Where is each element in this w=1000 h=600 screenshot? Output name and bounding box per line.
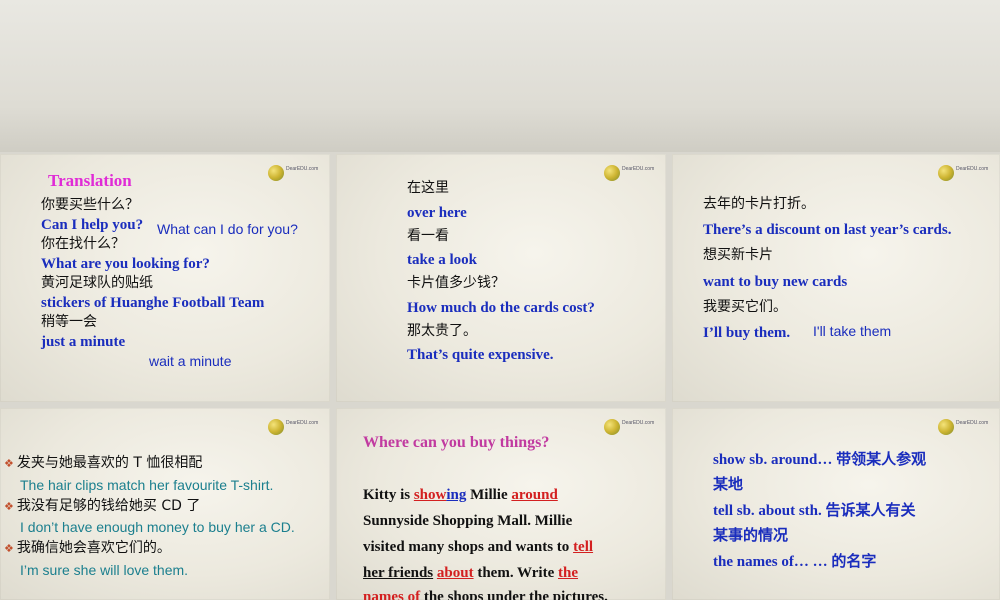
en-line: Can I help you? <box>41 217 144 233</box>
logo: DearEDU.com <box>268 418 318 436</box>
cn-line: 想买新卡片 <box>703 247 773 263</box>
logo-ball-icon <box>938 419 954 435</box>
paragraph-line: Sunnyside Shopping Mall. Millie <box>363 513 573 529</box>
highlight-run: tell <box>573 539 594 555</box>
slide-translation[interactable]: DearEDU.com Translation 你要买些什么？ Can I he… <box>0 154 330 402</box>
diamond-bullet-icon: ❖ <box>4 457 14 470</box>
logo-ball-icon <box>604 419 620 435</box>
highlight-run: about <box>436 565 474 581</box>
text-run: Kitty is <box>363 487 414 503</box>
cn-line: 在这里 <box>407 180 449 196</box>
logo-text: DearEDU.com <box>286 166 319 172</box>
note-line: tell sb. about sth. 告诉某人有关 <box>713 503 916 519</box>
note-line: 某事的情况 <box>713 528 789 544</box>
cn-line: 那太贵了。 <box>407 323 477 339</box>
highlight-run: show <box>413 487 447 503</box>
note-line: the names of… … 的名字 <box>713 554 877 570</box>
slide-title: Where can you buy things? <box>363 434 550 451</box>
highlight-run: around <box>511 487 558 503</box>
logo: DearEDU.com <box>938 164 988 182</box>
cn-line: 你要买些什么？ <box>41 197 139 213</box>
paragraph-line: names of the shops under the pictures. <box>363 588 608 600</box>
en-line: I’m sure she will love them. <box>20 562 189 578</box>
en-line: just a minute <box>41 334 126 350</box>
cn-line: ❖ 发夹与她最喜欢的 T 恤很相配 <box>4 454 202 473</box>
en-line: There’s a discount on last year’s cards. <box>703 222 952 238</box>
cn-line: 稍等一会 <box>41 314 97 330</box>
cn-line: 去年的卡片打折。 <box>703 196 815 212</box>
logo-text: DearEDU.com <box>622 420 655 426</box>
highlight-run: the <box>558 565 579 581</box>
diamond-bullet-icon: ❖ <box>4 542 14 555</box>
cn-line: 黄河足球队的贴纸 <box>41 275 153 291</box>
diamond-bullet-icon: ❖ <box>4 500 14 513</box>
en-line: That’s quite expensive. <box>407 347 554 363</box>
logo-text: DearEDU.com <box>622 166 655 172</box>
en-line: The hair clips match her favourite T-shi… <box>20 477 274 493</box>
cn-line: 看一看 <box>407 228 449 244</box>
slide-phrases-2[interactable]: DearEDU.com 在这里 over here 看一看 take a loo… <box>336 154 666 402</box>
top-background-band <box>0 0 1000 152</box>
slide-where-buy[interactable]: DearEDU.com Where can you buy things? Ki… <box>336 408 666 600</box>
logo: DearEDU.com <box>604 164 654 182</box>
en-line: over here <box>407 205 467 221</box>
logo-ball-icon <box>268 419 284 435</box>
text-run: them. Write <box>473 565 559 581</box>
en-line: I don’t have enough money to buy her a C… <box>20 519 295 535</box>
logo: DearEDU.com <box>604 418 654 436</box>
en-line: want to buy new cards <box>703 274 848 290</box>
logo-ball-icon <box>268 165 284 181</box>
cn-text: 我没有足够的钱给她买 CD 了 <box>16 498 201 514</box>
underlined-run: ing <box>446 487 467 503</box>
note-line: show sb. around… 带领某人参观 <box>713 452 927 468</box>
logo: DearEDU.com <box>268 164 318 182</box>
alt-line: I'll take them <box>813 323 892 339</box>
cn-line: 卡片值多少钱？ <box>407 275 505 291</box>
en-line: I’ll buy them. <box>703 325 791 341</box>
en-line: How much do the cards cost? <box>407 300 595 316</box>
alt-line: wait a minute <box>149 353 232 369</box>
logo-text: DearEDU.com <box>286 420 319 426</box>
alt-line: What can I do for you? <box>157 221 298 237</box>
note-line: 某地 <box>713 477 744 493</box>
paragraph-line: visited many shops and wants to tell <box>363 538 593 556</box>
slide-title: Translation <box>48 171 132 190</box>
slide-phrases-3[interactable]: DearEDU.com 去年的卡片打折。 There’s a discount … <box>672 154 1000 402</box>
text-run: Millie <box>466 487 512 503</box>
paragraph-line: her friends about them. Write the <box>363 564 578 582</box>
logo-text: DearEDU.com <box>956 166 989 172</box>
cn-text: 我确信她会喜欢它们的。 <box>16 540 171 556</box>
underlined-run: her friends <box>363 565 434 581</box>
cn-line: 我要买它们。 <box>703 299 787 315</box>
logo-ball-icon <box>604 165 620 181</box>
slide-sentences[interactable]: DearEDU.com ❖ 发夹与她最喜欢的 T 恤很相配 The hair cl… <box>0 408 330 600</box>
text-run: visited many shops and wants to <box>363 539 574 555</box>
cn-line: ❖ 我没有足够的钱给她买 CD 了 <box>4 497 200 516</box>
slide-phrase-notes[interactable]: DearEDU.com show sb. around… 带领某人参观 某地 t… <box>672 408 1000 600</box>
logo-ball-icon <box>938 165 954 181</box>
logo: DearEDU.com <box>938 418 988 436</box>
cn-line: 你在找什么？ <box>41 236 125 252</box>
text-run: the shops under the pictures. <box>420 589 608 600</box>
logo-text: DearEDU.com <box>956 420 989 426</box>
paragraph-line: Kitty is showing Millie around <box>363 486 558 504</box>
highlight-run: names of <box>363 589 421 600</box>
cn-text: 发夹与她最喜欢的 T 恤很相配 <box>16 455 203 471</box>
en-line: stickers of Huanghe Football Team <box>41 295 265 311</box>
en-line: take a look <box>407 252 478 268</box>
cn-line: ❖ 我确信她会喜欢它们的。 <box>4 539 171 558</box>
en-line: What are you looking for? <box>41 256 210 272</box>
